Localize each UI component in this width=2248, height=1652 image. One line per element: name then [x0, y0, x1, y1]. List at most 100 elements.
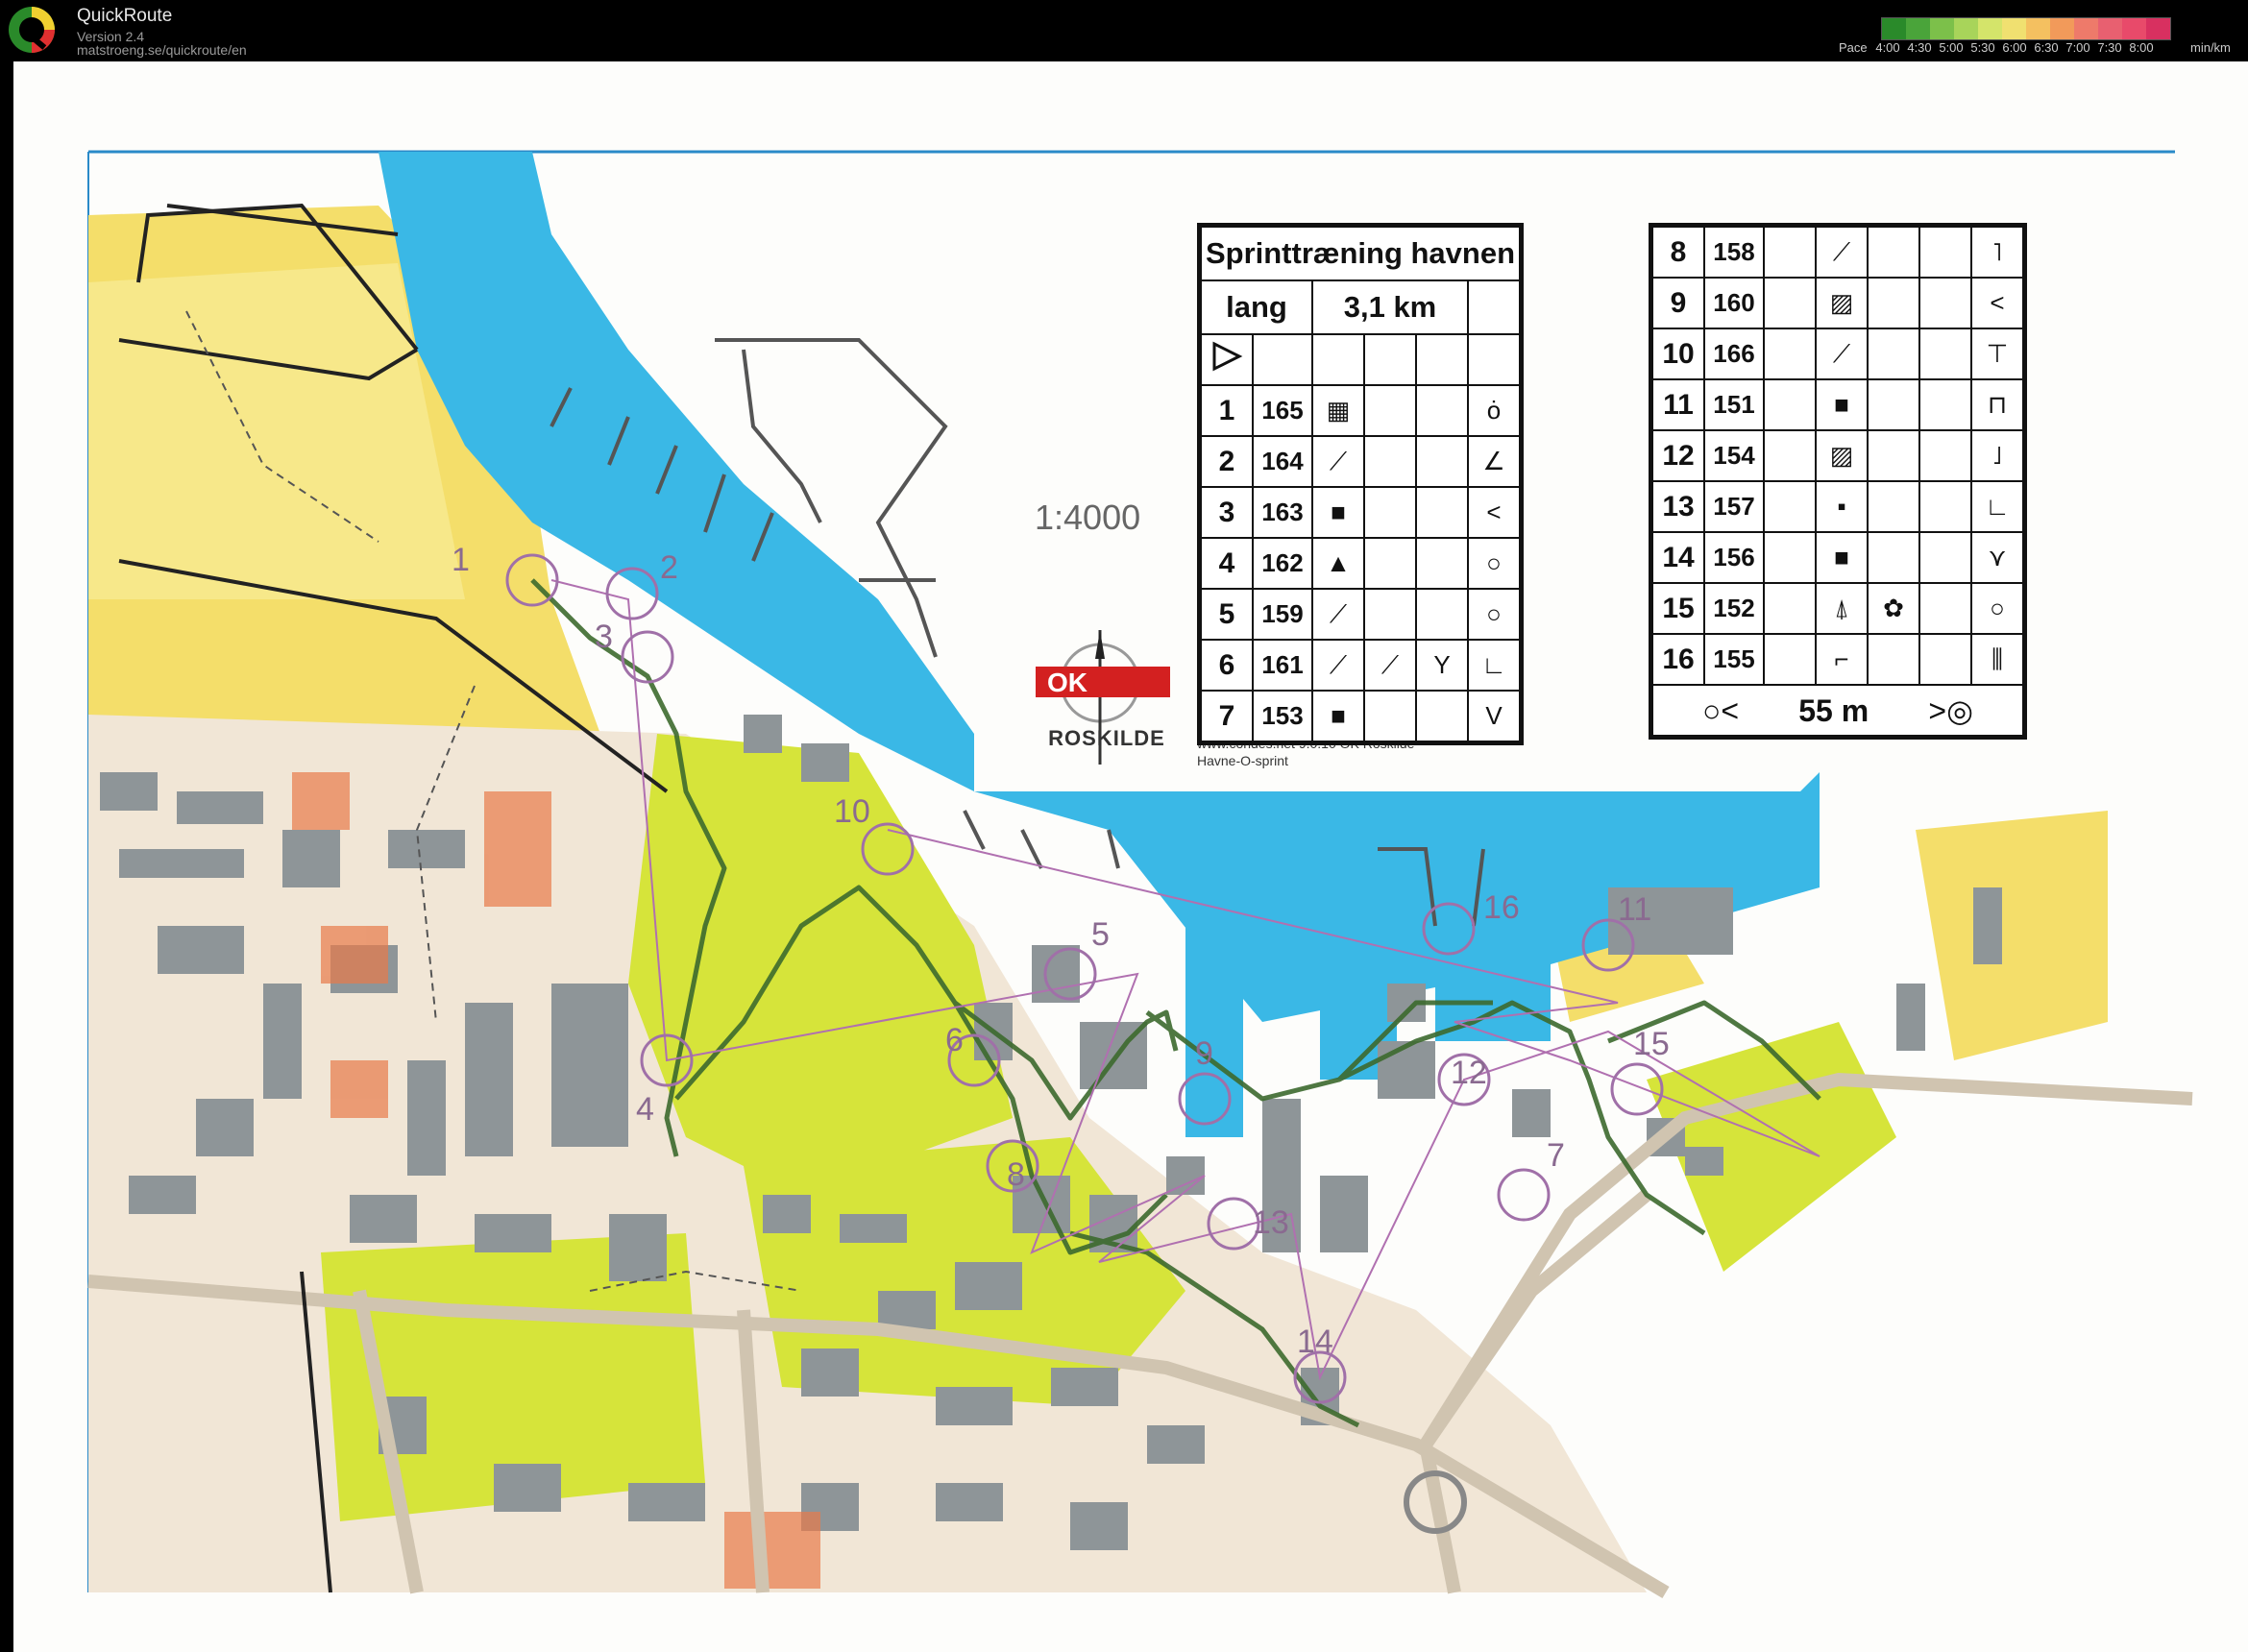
cd-row-code: 155 [1703, 633, 1765, 686]
finish-distance: 55 m [1798, 692, 1869, 728]
monument-icon: ⍋ [1815, 582, 1869, 635]
control-label: 3 [595, 619, 613, 655]
control-label: 10 [834, 793, 870, 830]
control-label: 14 [1297, 1324, 1333, 1360]
course-class: lang [1200, 279, 1313, 335]
control-label: 12 [1451, 1055, 1487, 1091]
cd-row-num: 3 [1200, 486, 1254, 539]
fence-crossing-icon: ⟋ [1311, 588, 1365, 641]
finish-from-icon: ○< [1701, 692, 1739, 728]
cd-row-code: 157 [1703, 480, 1765, 533]
cd-row-code: 162 [1252, 537, 1313, 590]
app-url[interactable]: matstroeng.se/quickroute/en [77, 42, 247, 58]
cd-row-code: 151 [1703, 378, 1765, 431]
location-icon: ⋎ [1970, 531, 2024, 584]
location-icon: ⊓ [1970, 378, 2024, 431]
pace-color-swatch [2026, 18, 2050, 39]
control-label: 11 [1618, 891, 1652, 928]
tree-icon: ✿ [1867, 582, 1920, 635]
location-icon: ○ [1467, 537, 1521, 590]
control-label: 6 [945, 1022, 964, 1058]
pace-color-bar [1881, 17, 2171, 40]
club-name: ROSKILDE [1048, 726, 1165, 750]
location-icon: < [1467, 486, 1521, 539]
pace-unit: min/km [2190, 40, 2231, 55]
pace-label: Pace [1839, 40, 1868, 55]
cd-row-num: 12 [1651, 429, 1705, 482]
fence-icon: ⟋ [1815, 226, 1869, 279]
control-label: 8 [1007, 1156, 1025, 1193]
cd-row-code: 156 [1703, 531, 1765, 584]
location-icon: ˥ [1970, 226, 2024, 279]
cd-row-code: 166 [1703, 328, 1765, 380]
junction-icon: Y [1415, 639, 1469, 692]
finish-icon: >◎ [1928, 692, 1974, 728]
control-label: 1 [452, 542, 470, 578]
location-icon: ○ [1970, 582, 2024, 635]
cd-row-code: 154 [1703, 429, 1765, 482]
cd-row-num: 11 [1651, 378, 1705, 431]
location-icon: ⊤ [1970, 328, 2024, 380]
map-scale: 1:4000 [1035, 498, 1141, 537]
cd-row-code: 152 [1703, 582, 1765, 635]
cd-row-code: 164 [1252, 435, 1313, 488]
control-label: 15 [1633, 1026, 1670, 1062]
finish-row: ○< 55 m >◎ [1651, 684, 2024, 737]
location-icon: ∟ [1467, 639, 1521, 692]
location-icon: ȯ [1467, 384, 1521, 437]
control-label: 16 [1483, 889, 1520, 926]
location-icon: ∟ [1970, 480, 2024, 533]
pace-tick: 8:00 [2129, 40, 2154, 55]
control-label: 13 [1253, 1204, 1289, 1241]
fence-icon: ⟋ [1363, 639, 1417, 692]
cd-row-code: 163 [1252, 486, 1313, 539]
pace-color-swatch [2050, 18, 2074, 39]
fence-icon: ⟋ [1311, 639, 1365, 692]
control-label: 7 [1547, 1137, 1565, 1174]
cd-row-num: 6 [1200, 639, 1254, 692]
cd-row-code: 159 [1252, 588, 1313, 641]
pace-color-swatch [1930, 18, 1954, 39]
building-icon: ■ [1815, 531, 1869, 584]
cd-row-num: 15 [1651, 582, 1705, 635]
pace-legend: Pace 4:00 4:30 5:00 5:30 6:00 6:30 7:00 … [1825, 13, 2248, 56]
fence-crossing-icon: ⟋ [1311, 435, 1365, 488]
quickroute-logo-icon [9, 7, 55, 53]
start-icon [1200, 333, 1254, 386]
building-icon: ■ [1311, 486, 1365, 539]
cd-row-code: 158 [1703, 226, 1765, 279]
pace-color-swatch [2122, 18, 2146, 39]
cd-row-num: 2 [1200, 435, 1254, 488]
cd-row-code: 153 [1252, 690, 1313, 742]
pace-color-swatch [2002, 18, 2026, 39]
building-icon: ▪ [1815, 480, 1869, 533]
cd-row-code: 160 [1703, 277, 1765, 329]
pace-color-swatch [1978, 18, 2002, 39]
app-header: QuickRoute Version 2.4 matstroeng.se/qui… [0, 0, 2248, 61]
cd-row-num: 5 [1200, 588, 1254, 641]
location-icon: ∠ [1467, 435, 1521, 488]
cd-row-num: 9 [1651, 277, 1705, 329]
cd-row-num: 8 [1651, 226, 1705, 279]
cd-row-num: 13 [1651, 480, 1705, 533]
club-logo-icon: OK [1036, 630, 1170, 765]
cd-row-num: 1 [1200, 384, 1254, 437]
pace-color-swatch [1906, 18, 1930, 39]
credit-line: Havne-O-sprint [1197, 753, 1288, 768]
control-description-table: Sprinttræning havnen lang 3,1 km 1 165 ▦… [1200, 226, 1521, 742]
location-icon: < [1970, 277, 2024, 329]
cd-row-num: 10 [1651, 328, 1705, 380]
cd-row-num: 16 [1651, 633, 1705, 686]
thicket-icon: ▦ [1311, 384, 1365, 437]
control-description-table: 8 158 ⟋ ˥ 9 160 ▨ < 10 166 ⟋ ⊤ 11 151 ■ [1651, 226, 2024, 737]
control-label: 4 [636, 1091, 654, 1128]
pace-color-swatch [2098, 18, 2122, 39]
cd-row-num: 14 [1651, 531, 1705, 584]
fence-icon: ⟋ [1815, 328, 1869, 380]
cd-row-num: 4 [1200, 537, 1254, 590]
map-paper[interactable]: 1 2 3 4 5 6 7 8 9 10 11 12 13 14 15 16 1… [13, 61, 2248, 1652]
location-icon: ○ [1467, 588, 1521, 641]
pace-color-swatch [1882, 18, 1906, 39]
location-icon: V [1467, 690, 1521, 742]
cd-row-code: 165 [1252, 384, 1313, 437]
